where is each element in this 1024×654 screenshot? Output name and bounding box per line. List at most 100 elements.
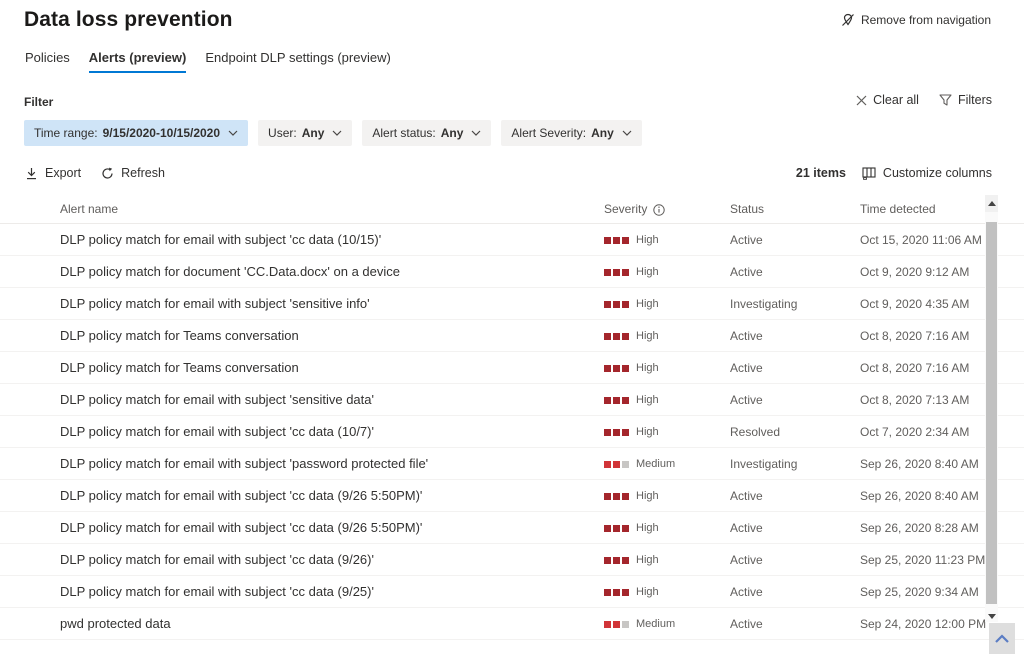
column-header-severity[interactable]: Severity <box>604 195 665 224</box>
table-row[interactable]: DLP policy match for Teams conversation … <box>0 320 1024 352</box>
severity-label: High <box>636 522 659 534</box>
chip-label: Alert Severity: <box>511 126 586 140</box>
table-row[interactable]: DLP policy match for email with subject … <box>0 416 1024 448</box>
back-to-top-button[interactable] <box>989 623 1015 654</box>
alert-status: Active <box>730 608 763 640</box>
chip-value: 9/15/2020-10/15/2020 <box>103 126 220 140</box>
alert-name[interactable]: pwd protected data <box>60 608 171 640</box>
severity-badge: High <box>604 416 659 448</box>
alert-name[interactable]: DLP policy match for email with subject … <box>60 384 374 416</box>
table-row[interactable]: DLP policy match for document 'CC.Data.d… <box>0 256 1024 288</box>
severity-label: High <box>636 330 659 342</box>
tab-alerts-preview[interactable]: Alerts (preview) <box>89 50 187 73</box>
time-detected: Oct 8, 2020 7:16 AM <box>860 352 969 384</box>
severity-square <box>604 429 611 436</box>
filter-section-label: Filter <box>24 95 53 109</box>
table-row[interactable]: DLP policy match for email with subject … <box>0 384 1024 416</box>
tab-endpoint-dlp-settings[interactable]: Endpoint DLP settings (preview) <box>205 50 390 73</box>
severity-square <box>622 621 629 628</box>
severity-square <box>604 461 611 468</box>
alert-name[interactable]: DLP policy match for email with subject … <box>60 448 428 480</box>
alert-name[interactable]: DLP policy match for email with subject … <box>60 416 374 448</box>
time-detected: Sep 25, 2020 11:23 PM <box>860 544 985 576</box>
severity-square <box>613 301 620 308</box>
filter-chip-user[interactable]: User: Any <box>258 120 352 146</box>
remove-from-navigation-button[interactable]: Remove from navigation <box>841 13 991 27</box>
filter-chip-alert-severity[interactable]: Alert Severity: Any <box>501 120 641 146</box>
filter-chip-time-range[interactable]: Time range: 9/15/2020-10/15/2020 <box>24 120 248 146</box>
export-button[interactable]: Export <box>25 166 81 180</box>
table-row[interactable]: DLP policy match for email with subject … <box>0 576 1024 608</box>
triangle-down-icon <box>988 614 996 619</box>
page-title: Data loss prevention <box>24 8 233 32</box>
export-label: Export <box>45 166 81 180</box>
alert-status: Resolved <box>730 416 780 448</box>
table-row[interactable]: DLP policy match for email with subject … <box>0 480 1024 512</box>
refresh-label: Refresh <box>121 166 165 180</box>
severity-square <box>613 525 620 532</box>
chip-label: Alert status: <box>372 126 435 140</box>
severity-square <box>622 525 629 532</box>
alert-name[interactable]: DLP policy match for email with subject … <box>60 480 422 512</box>
scrollbar-thumb[interactable] <box>986 222 997 604</box>
severity-square <box>613 493 620 500</box>
filter-chip-row: Time range: 9/15/2020-10/15/2020 User: A… <box>24 120 642 146</box>
table-row[interactable]: DLP policy match for email with subject … <box>0 544 1024 576</box>
severity-badge: High <box>604 384 659 416</box>
refresh-button[interactable]: Refresh <box>101 166 165 180</box>
filters-button[interactable]: Filters <box>939 93 992 107</box>
alert-name[interactable]: DLP policy match for Teams conversation <box>60 352 299 384</box>
tab-label: Policies <box>25 50 70 65</box>
severity-label: Medium <box>636 618 675 630</box>
time-detected: Oct 8, 2020 7:16 AM <box>860 320 969 352</box>
table-row[interactable]: pwd protected data Medium Active Sep 24,… <box>0 608 1024 640</box>
customize-columns-button[interactable]: Customize columns <box>862 166 992 180</box>
severity-square <box>622 301 629 308</box>
alert-status: Active <box>730 352 763 384</box>
table-row[interactable]: DLP policy match for email with subject … <box>0 224 1024 256</box>
severity-square <box>622 493 629 500</box>
download-icon <box>25 167 38 180</box>
alert-name[interactable]: DLP policy match for email with subject … <box>60 576 374 608</box>
severity-square <box>622 557 629 564</box>
severity-label: High <box>636 266 659 278</box>
column-header-alert-name[interactable]: Alert name <box>60 195 118 224</box>
chip-value: Any <box>302 126 325 140</box>
severity-square <box>604 397 611 404</box>
filter-chip-alert-status[interactable]: Alert status: Any <box>362 120 491 146</box>
scrollbar-up-arrow[interactable] <box>985 195 998 212</box>
time-detected: Oct 15, 2020 11:06 AM <box>860 224 982 256</box>
time-detected: Sep 26, 2020 8:40 AM <box>860 480 979 512</box>
severity-badge: Medium <box>604 448 675 480</box>
severity-label: High <box>636 394 659 406</box>
chip-value: Any <box>591 126 614 140</box>
alert-name[interactable]: DLP policy match for email with subject … <box>60 224 381 256</box>
scrollbar-down-arrow[interactable] <box>985 614 998 619</box>
table-scrollbar[interactable] <box>985 195 998 622</box>
remove-from-navigation-icon <box>841 13 855 27</box>
severity-square <box>622 269 629 276</box>
table-row[interactable]: DLP policy match for email with subject … <box>0 448 1024 480</box>
tab-policies[interactable]: Policies <box>25 50 70 73</box>
info-icon[interactable] <box>653 204 665 216</box>
alert-name[interactable]: DLP policy match for email with subject … <box>60 512 422 544</box>
triangle-up-icon <box>988 201 996 206</box>
alert-name[interactable]: DLP policy match for email with subject … <box>60 544 374 576</box>
alert-name[interactable]: DLP policy match for Teams conversation <box>60 320 299 352</box>
severity-square <box>622 589 629 596</box>
column-header-status[interactable]: Status <box>730 195 764 224</box>
severity-badge: High <box>604 224 659 256</box>
table-row[interactable]: DLP policy match for email with subject … <box>0 512 1024 544</box>
severity-square <box>604 525 611 532</box>
table-row[interactable]: DLP policy match for Teams conversation … <box>0 352 1024 384</box>
severity-square <box>613 621 620 628</box>
column-header-time-detected[interactable]: Time detected <box>860 195 936 224</box>
chip-value: Any <box>441 126 464 140</box>
table-row[interactable]: DLP policy match for email with subject … <box>0 288 1024 320</box>
time-detected: Oct 9, 2020 9:12 AM <box>860 256 969 288</box>
clear-all-button[interactable]: Clear all <box>856 93 919 107</box>
alerts-table-body: DLP policy match for email with subject … <box>0 224 1024 640</box>
alert-name[interactable]: DLP policy match for document 'CC.Data.d… <box>60 256 400 288</box>
alert-name[interactable]: DLP policy match for email with subject … <box>60 288 370 320</box>
severity-badge: High <box>604 256 659 288</box>
